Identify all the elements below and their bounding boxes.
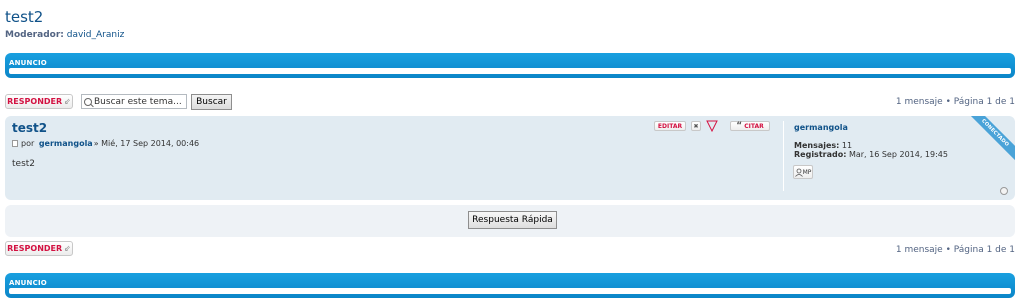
reply-button[interactable]: RESPONDER ⇙	[5, 94, 73, 109]
profile-registered: Registrado: Mar, 16 Sep 2014, 19:45	[794, 150, 948, 159]
moderator-label: Moderador:	[5, 30, 64, 40]
bottom-reply-arrow-icon: ⇙	[64, 244, 71, 253]
search-box[interactable]	[81, 94, 187, 109]
report-triangle-icon	[706, 120, 718, 132]
quote-button-label: CITAR	[744, 122, 764, 130]
profile-posts-value[interactable]: 11	[842, 141, 852, 150]
moderator-line: Moderador: david_Araniz	[5, 30, 124, 40]
user-icon	[794, 168, 803, 177]
bottom-announcement-body	[9, 288, 1011, 294]
post-divider	[783, 121, 784, 191]
profile-posts: Mensajes: 11	[794, 141, 852, 150]
post-meta: por germangola » Mié, 17 Sep 2014, 00:46	[12, 139, 199, 148]
post-container: test2 por germangola » Mié, 17 Sep 2014,…	[5, 116, 1015, 200]
pagination-info: 1 mensaje • Página 1 de 1	[895, 97, 1015, 107]
quote-icon: “	[736, 121, 743, 131]
bottom-pagination-info: 1 mensaje • Página 1 de 1	[895, 245, 1015, 255]
private-message-icon[interactable]: MP	[793, 165, 813, 179]
quick-reply-button[interactable]: Respuesta Rápida	[468, 211, 557, 229]
reply-button-label: RESPONDER	[7, 97, 63, 106]
bottom-reply-button-label: RESPONDER	[7, 244, 63, 253]
private-message-label: MP	[802, 168, 812, 176]
bottom-announcement-header: ANUNCIO	[9, 279, 47, 287]
quote-button[interactable]: “ CITAR	[730, 121, 770, 131]
delete-icon[interactable]: ✖	[691, 121, 701, 131]
search-input[interactable]	[94, 96, 184, 107]
search-icon	[84, 97, 92, 106]
announcement-header: ANUNCIO	[9, 59, 47, 67]
bottom-reply-button[interactable]: RESPONDER ⇙	[5, 241, 73, 256]
quick-reply-bar: Respuesta Rápida	[5, 205, 1015, 237]
back-to-top-icon[interactable]	[1000, 187, 1008, 195]
post-by-label: por	[21, 139, 35, 148]
profile-registered-label: Registrado:	[794, 150, 847, 159]
edit-button[interactable]: EDITAR	[654, 121, 686, 131]
reply-arrow-icon: ⇙	[64, 97, 71, 106]
moderator-link[interactable]: david_Araniz	[67, 30, 125, 40]
post-author-link[interactable]: germangola	[39, 139, 93, 148]
post-title[interactable]: test2	[12, 121, 47, 135]
announcement-body	[9, 68, 1011, 74]
post-date: » Mié, 17 Sep 2014, 00:46	[93, 139, 200, 148]
bottom-announcement-bar: ANUNCIO	[5, 273, 1015, 298]
page-title[interactable]: test2	[5, 8, 43, 26]
profile-username[interactable]: germangola	[794, 123, 848, 132]
announcement-bar: ANUNCIO	[5, 53, 1015, 78]
profile-posts-label: Mensajes:	[794, 141, 840, 150]
profile-registered-value: Mar, 16 Sep 2014, 19:45	[848, 150, 948, 159]
post-content: test2	[12, 159, 36, 169]
search-button[interactable]: Buscar	[191, 94, 232, 110]
report-icon[interactable]	[706, 120, 718, 132]
online-status-badge: CONECTADO	[966, 116, 1015, 162]
post-document-icon	[12, 140, 18, 147]
